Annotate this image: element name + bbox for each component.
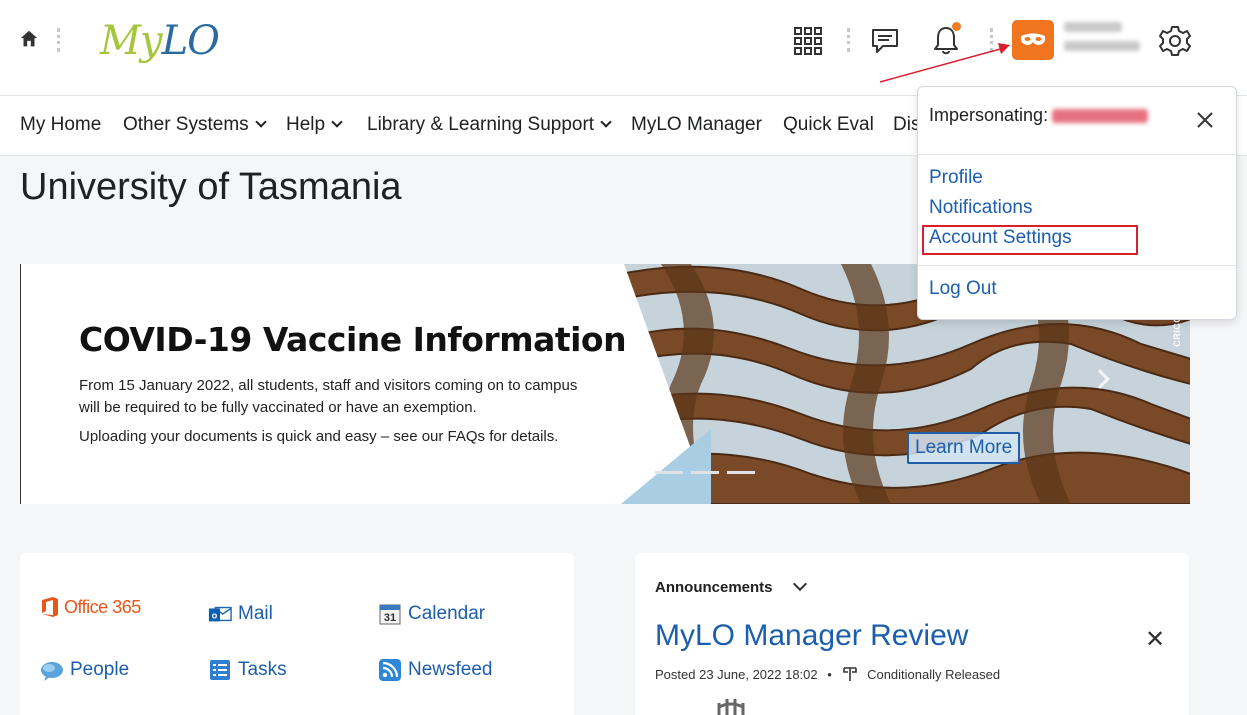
gear-icon[interactable] [1158,24,1192,58]
impersonated-name-redacted [1052,109,1149,124]
page-title: University of Tasmania [20,166,402,208]
banner-text: From 15 January 2022, all students, staf… [79,375,599,419]
divider [990,28,993,52]
svg-text:31: 31 [384,612,396,624]
nav-my-home[interactable]: My Home [20,114,101,136]
divider [918,265,1236,266]
banner-subtext: Uploading your documents is quick and ea… [79,428,559,445]
notifications-link[interactable]: Notifications [929,197,1033,219]
mask-icon [1020,33,1046,45]
svg-text:o: o [212,611,218,621]
close-icon[interactable] [1194,109,1216,131]
quick-link-label: People [70,659,130,680]
account-settings-link[interactable]: Account Settings [929,227,1072,249]
announcement-meta: Posted 23 June, 2022 18:02 • Conditional… [655,666,1000,682]
top-header: MyLO [0,0,1247,96]
nav-mylo-manager[interactable]: MyLO Manager [631,114,762,136]
chevron-down-icon[interactable] [792,576,808,592]
home-icon[interactable] [18,28,40,50]
nav-library-learning-support[interactable]: Library & Learning Support [367,114,612,136]
chevron-down-icon [254,116,267,128]
divider [918,154,1236,155]
logo-my-text: My [100,18,163,64]
announcements-card: Announcements MyLO Manager Review ✕ Post… [635,553,1189,715]
tasks-icon [208,658,232,682]
people-icon [40,658,64,682]
chevron-down-icon [600,116,612,128]
user-name-redacted[interactable] [1064,22,1144,62]
nav-other-systems[interactable]: Other Systems [123,114,267,136]
mylo-logo[interactable]: MyLO [100,18,220,64]
carousel-indicator[interactable] [691,471,719,474]
carousel-indicator[interactable] [655,471,683,474]
people-link[interactable]: People [40,658,129,682]
banner-heading: COVID-19 Vaccine Information [79,320,627,359]
learn-more-button[interactable]: Learn More [907,432,1021,464]
nav-label: My Home [20,114,102,135]
app-grid-icon[interactable] [793,26,823,56]
newsfeed-link[interactable]: Newsfeed [378,658,493,682]
announcement-title[interactable]: MyLO Manager Review [655,619,968,653]
impersonating-label: Impersonating: [929,105,1149,126]
mail-link[interactable]: o Mail [208,602,273,626]
log-out-link[interactable]: Log Out [929,278,997,300]
rss-icon [378,658,402,682]
nav-label: MyLO Manager [631,114,762,135]
nav-label: Quick Eval [783,114,874,135]
impersonating-text: Impersonating: [929,105,1049,125]
profile-link[interactable]: Profile [929,167,983,189]
profile-dropdown-menu: Impersonating: Profile Notifications Acc… [917,86,1237,320]
dismiss-announcement-icon[interactable]: ✕ [1145,625,1165,654]
quick-link-label: Calendar [408,603,486,624]
meta-separator: • [827,667,832,682]
posted-date: Posted 23 June, 2022 18:02 [655,667,818,682]
tasks-link[interactable]: Tasks [208,658,287,682]
nav-quick-eval[interactable]: Quick Eval [783,114,874,136]
outlook-mail-icon: o [208,602,232,626]
divider [847,28,850,52]
calendar-icon: 31 [378,602,402,626]
quick-link-label: Mail [238,603,273,624]
release-conditions-icon [843,667,858,681]
nav-help[interactable]: Help [286,114,343,136]
announcements-heading: Announcements [655,579,773,596]
chevron-down-icon [331,116,343,128]
chat-bubble-icon[interactable] [869,25,901,57]
logo-lo-text: LO [161,18,220,64]
quick-link-label: Tasks [238,659,287,680]
nav-label: Help [286,114,326,135]
quick-link-label: Newsfeed [408,659,493,680]
office365-icon [40,595,60,619]
divider [57,28,60,52]
quick-link-label: Office 365 [64,596,141,617]
carousel-indicator[interactable] [727,471,755,474]
calendar-link[interactable]: 31 Calendar [378,602,485,626]
hand-icon [717,699,745,715]
notification-badge [952,22,961,31]
banner-text-prefix: From [79,377,119,394]
banner-text-date: 15 January 2022 [118,377,230,394]
quick-links-card: Office 365 o Mail 31 Calendar People Tas… [20,553,574,715]
nav-label: Library & Learning Support [367,114,595,135]
release-status: Conditionally Released [867,667,1001,682]
impersonation-avatar[interactable] [1012,20,1054,60]
nav-label: Other Systems [123,114,249,135]
office365-link[interactable]: Office 365 [40,595,141,619]
